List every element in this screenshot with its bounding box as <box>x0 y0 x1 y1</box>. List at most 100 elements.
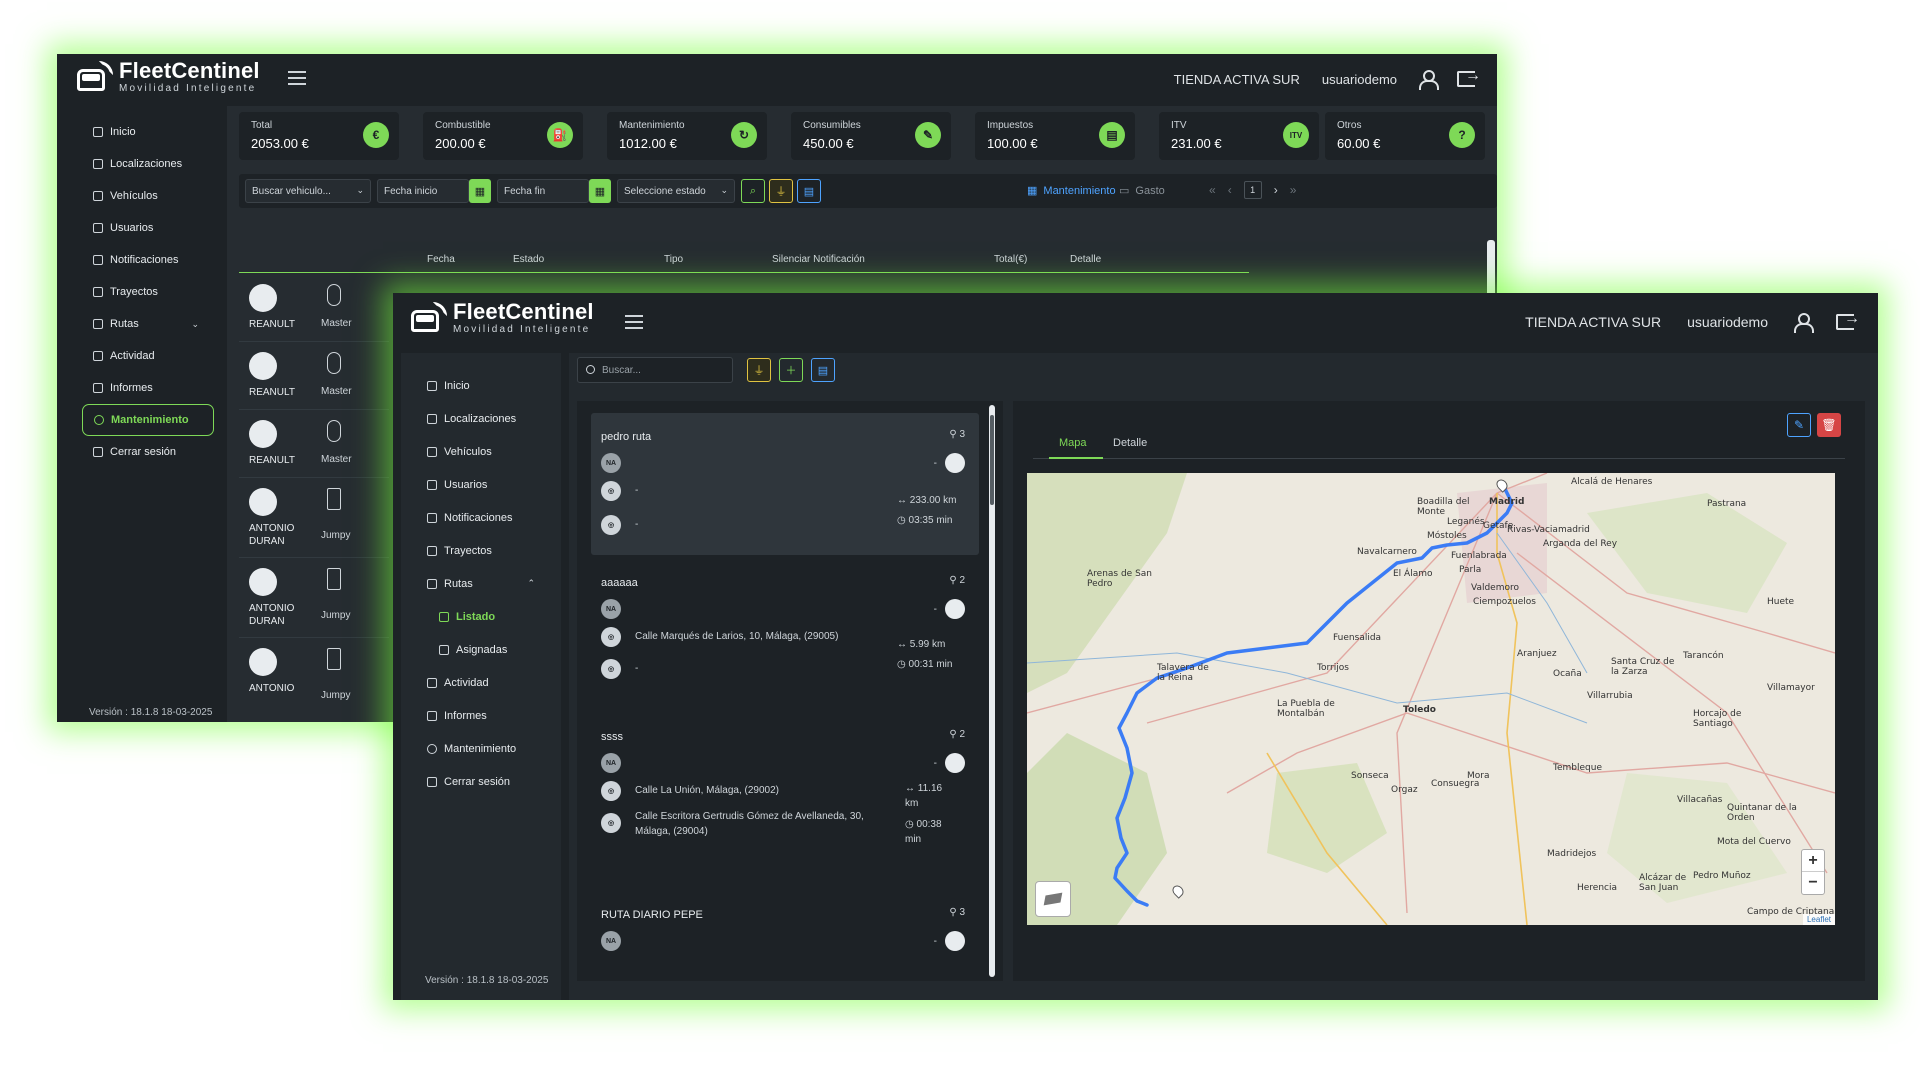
nav-item-actividad[interactable]: Actividad <box>57 340 227 372</box>
search-button[interactable]: ⌕ <box>741 179 765 203</box>
nav-item-localizaciones[interactable]: Localizaciones <box>393 402 563 435</box>
nav-item-vehiculos[interactable]: Vehículos <box>393 435 563 468</box>
nav-item-notificaciones[interactable]: Notificaciones <box>57 244 227 276</box>
logout-icon[interactable] <box>1457 67 1481 87</box>
start-date-input[interactable]: Fecha inicio <box>377 179 469 203</box>
logout-icon[interactable] <box>1836 310 1860 330</box>
nav-item-cerrar-sesion[interactable]: Cerrar sesión <box>57 436 227 468</box>
nav-item-mantenimiento[interactable]: Mantenimiento <box>82 404 214 436</box>
vehicle-avatar <box>249 648 277 676</box>
nav-item-mantenimiento[interactable]: Mantenimiento <box>393 732 563 765</box>
tab-mapa[interactable]: Mapa <box>1059 437 1087 449</box>
col-fecha[interactable]: Fecha <box>427 254 455 265</box>
vehicle-row[interactable]: ANTONIO DURAN Jumpy <box>239 478 389 558</box>
vehicle-row[interactable]: REANULT Master <box>239 410 389 478</box>
page-number[interactable]: 1 <box>1243 181 1262 199</box>
menu-toggle-icon[interactable] <box>625 315 643 329</box>
next-page-icon[interactable]: › <box>1274 183 1278 197</box>
prev-page-icon[interactable]: ‹ <box>1228 183 1232 197</box>
col-silenciar[interactable]: Silenciar Notificación <box>772 254 865 265</box>
nav-item-usuarios[interactable]: Usuarios <box>57 212 227 244</box>
question-icon: ? <box>1449 122 1475 148</box>
nav-item-vehiculos[interactable]: Vehículos <box>57 180 227 212</box>
col-detalle[interactable]: Detalle <box>1070 254 1101 265</box>
card-total: Total 2053.00 € € <box>239 112 399 160</box>
col-tipo[interactable]: Tipo <box>664 254 683 265</box>
vehicle-select[interactable]: Buscar vehiculo... ⌄ <box>245 179 371 203</box>
sidebar-nav: Inicio Localizaciones Vehículos Usuarios… <box>393 353 563 798</box>
nav-item-notificaciones[interactable]: Notificaciones <box>393 501 563 534</box>
vehicle-row[interactable]: REANULT Master <box>239 274 389 342</box>
state-select[interactable]: Seleccione estado ⌄ <box>617 179 735 203</box>
nav-item-localizaciones[interactable]: Localizaciones <box>57 148 227 180</box>
nav-item-inicio[interactable]: Inicio <box>57 116 227 148</box>
clear-filter-button[interactable]: ⏚ <box>747 358 771 382</box>
last-page-icon[interactable]: » <box>1290 183 1297 197</box>
card-combustible: Combustible 200.00 € ⛽ <box>423 112 583 160</box>
zoom-in-button[interactable]: + <box>1802 850 1824 872</box>
username[interactable]: usuariodemo <box>1322 72 1397 87</box>
scrollbar-thumb[interactable] <box>990 415 994 505</box>
col-estado[interactable]: Estado <box>513 254 544 265</box>
route-map[interactable]: Madrid Alcalá de Henares Móstoles Fuenla… <box>1027 473 1835 925</box>
zoom-out-button[interactable]: − <box>1802 872 1824 894</box>
export-button[interactable]: ▤ <box>797 179 821 203</box>
calendar-icon[interactable]: ▦ <box>589 179 611 203</box>
citroen-logo-icon <box>327 568 341 590</box>
scrollbar[interactable] <box>1487 240 1495 300</box>
export-button[interactable]: ▤ <box>811 358 835 382</box>
route-time: ◷ 00:38 min <box>905 819 942 845</box>
search-input[interactable]: Buscar... <box>577 357 733 383</box>
nav-item-cerrar-sesion[interactable]: Cerrar sesión <box>393 765 563 798</box>
maintenance-toggle[interactable]: ▦ Mantenimiento <box>1027 184 1116 198</box>
route-item[interactable]: RUTA DIARIO PEPE ⚲ 3 NA - <box>591 899 979 969</box>
username[interactable]: usuariodemo <box>1687 314 1768 330</box>
pin-icon <box>93 159 103 169</box>
vehicle-row[interactable]: ANTONIO DURAN Jumpy <box>239 558 389 638</box>
vehicle-row[interactable]: REANULT Master <box>239 342 389 410</box>
clear-filter-button[interactable]: ⏚ <box>769 179 793 203</box>
nav-item-listado[interactable]: Listado <box>393 600 563 633</box>
nav-item-rutas[interactable]: Rutas ⌃ <box>393 567 563 600</box>
nav-item-actividad[interactable]: Actividad <box>393 666 563 699</box>
nav-item-trayectos[interactable]: Trayectos <box>393 534 563 567</box>
document-icon: ▤ <box>1099 122 1125 148</box>
route-time: ◷ 00:31 min <box>897 659 953 670</box>
nav-item-informes[interactable]: Informes <box>393 699 563 732</box>
vehicle-row[interactable]: ANTONIO Jumpy <box>239 638 389 708</box>
route-item[interactable]: pedro ruta ⚲ 3 NA - ◎ - ↔ 233.00 km ◷ 03… <box>591 413 979 555</box>
col-total[interactable]: Total(€) <box>994 254 1027 265</box>
chevron-down-icon: ⌄ <box>191 318 199 329</box>
driver-avatar <box>945 753 965 773</box>
store-name: TIENDA ACTIVA SUR <box>1173 71 1300 87</box>
sidebar: Inicio Localizaciones Vehículos Usuarios… <box>57 106 227 722</box>
map-attribution[interactable]: Leaflet <box>1802 914 1835 925</box>
logo[interactable]: FleetCentinel Movilidad Inteligente <box>75 60 260 94</box>
user-icon[interactable] <box>1419 70 1439 90</box>
citroen-logo-icon <box>327 488 341 510</box>
calendar-icon[interactable]: ▦ <box>469 179 491 203</box>
route-item[interactable]: aaaaaa ⚲ 2 NA - ◎ Calle Marqués de Lario… <box>591 567 979 715</box>
main-content: Buscar... ⏚ ＋ ▤ «‹ 1 ›» pedro ruta ⚲ 3 N… <box>569 353 1878 1000</box>
nav-item-rutas[interactable]: Rutas ⌄ <box>57 308 227 340</box>
layers-icon[interactable] <box>1035 881 1071 917</box>
tab-detalle[interactable]: Detalle <box>1113 437 1147 449</box>
expense-toggle[interactable]: ▭ Gasto <box>1119 184 1165 198</box>
route-item[interactable]: ssss ⚲ 2 NA - ◎ Calle La Unión, Málaga, … <box>591 721 979 881</box>
nav-item-trayectos[interactable]: Trayectos <box>57 276 227 308</box>
nav-item-asignadas[interactable]: Asignadas <box>393 633 563 666</box>
store-name: TIENDA ACTIVA SUR <box>1525 314 1662 330</box>
first-page-icon[interactable]: « <box>1209 183 1216 197</box>
route-detail-panel: ✎ 🗑 Mapa Detalle Madrid Alcalá de Henare… <box>1013 401 1865 981</box>
nav-item-inicio[interactable]: Inicio <box>393 369 563 402</box>
nav-item-informes[interactable]: Informes <box>57 372 227 404</box>
add-route-button[interactable]: ＋ <box>779 358 803 382</box>
search-icon: ⌕ <box>749 184 757 197</box>
logo[interactable]: FleetCentinel Movilidad Inteligente <box>409 301 594 335</box>
menu-toggle-icon[interactable] <box>288 71 306 85</box>
chart-icon <box>427 710 437 721</box>
user-icon[interactable] <box>1794 313 1814 333</box>
activity-icon <box>93 351 103 361</box>
end-date-input[interactable]: Fecha fin <box>497 179 589 203</box>
nav-item-usuarios[interactable]: Usuarios <box>393 468 563 501</box>
